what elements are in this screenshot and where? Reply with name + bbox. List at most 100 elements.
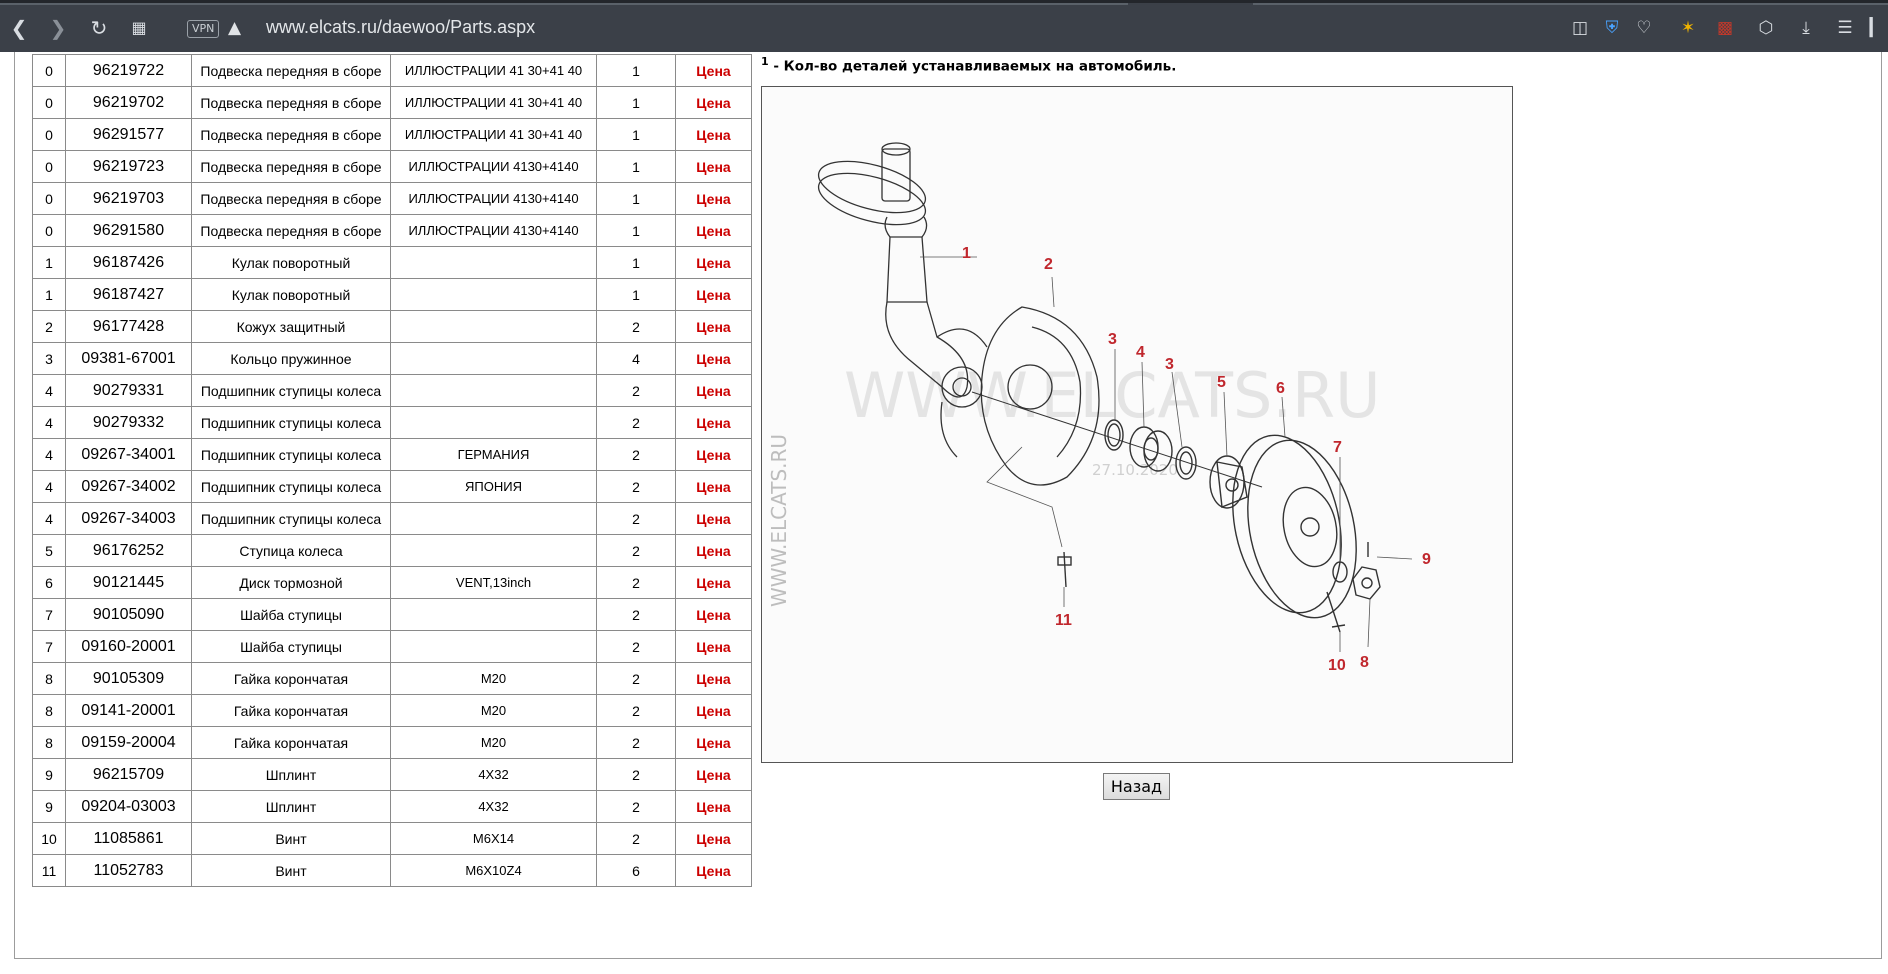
watermark-main: WWW.ELCATS.RU <box>844 359 1381 432</box>
heart-icon[interactable]: ♡ <box>1633 17 1655 39</box>
parts-table-body: 0 96219722 Подвеска передняя в сборе ИЛЛЮСТ… <box>32 54 752 887</box>
price-link[interactable]: Цена <box>675 790 752 823</box>
camera-icon[interactable]: ◫ <box>1569 17 1591 39</box>
part-name-cell: Подшипник ступицы колеса <box>191 374 391 407</box>
price-link[interactable]: Цена <box>675 854 752 887</box>
price-link[interactable]: Цена <box>675 566 752 599</box>
part-note-cell: ИЛЛЮСТРАЦИИ 41 30+41 40 <box>390 118 597 151</box>
part-name-cell: Подшипник ступицы колеса <box>191 438 391 471</box>
part-note-cell <box>390 502 597 535</box>
quantity-cell: 6 <box>596 854 676 887</box>
sidebar-icon[interactable]: ▎ <box>1868 17 1884 39</box>
part-number-cell: 09381-67001 <box>65 342 192 375</box>
callout-10: 10 <box>1328 657 1346 674</box>
part-note-cell: ИЛЛЮСТРАЦИИ 41 30+41 40 <box>390 86 597 119</box>
table-row: 0 96219722 Подвеска передняя в сборе ИЛЛЮСТ… <box>32 54 752 87</box>
part-name-cell: Подвеска передняя в сборе <box>191 150 391 183</box>
price-link[interactable]: Цена <box>675 118 752 151</box>
quantity-cell: 2 <box>596 662 676 695</box>
quantity-cell: 1 <box>596 86 676 119</box>
part-note-cell: 4X32 <box>390 758 597 791</box>
back-arrow-icon[interactable]: ❮ <box>6 15 32 41</box>
forward-arrow-icon[interactable]: ❯ <box>45 15 71 41</box>
position-cell: 10 <box>32 822 66 855</box>
part-name-cell: Гайка корончатая <box>191 662 391 695</box>
price-link[interactable]: Цена <box>675 534 752 567</box>
part-note-cell <box>390 278 597 311</box>
part-number-cell: 90105309 <box>65 662 192 695</box>
quantity-cell: 2 <box>596 374 676 407</box>
footnote-text: - Кол-во деталей устанавливаемых на авто… <box>768 58 1177 75</box>
part-note-cell: M20 <box>390 726 597 759</box>
position-cell: 7 <box>32 630 66 663</box>
price-link[interactable]: Цена <box>675 54 752 87</box>
price-link[interactable]: Цена <box>675 822 752 855</box>
table-row: 2 96177428 Кожух защитный 2 Цена <box>32 310 752 343</box>
pinwheel-extension-icon[interactable]: ✶ <box>1677 17 1699 39</box>
price-link[interactable]: Цена <box>675 502 752 535</box>
callout-9: 9 <box>1422 551 1431 568</box>
part-note-cell: M6X10Z4 <box>390 854 597 887</box>
callout-3a: 3 <box>1108 331 1117 348</box>
part-name-cell: Винт <box>191 822 391 855</box>
price-link[interactable]: Цена <box>675 150 752 183</box>
part-number-cell: 90105090 <box>65 598 192 631</box>
table-row: 0 96291577 Подвеска передняя в сборе ИЛЛЮСТ… <box>32 118 752 151</box>
part-note-cell <box>390 374 597 407</box>
table-row: 5 96176252 Ступица колеса 2 Цена <box>32 534 752 567</box>
part-name-cell: Шайба ступицы <box>191 630 391 663</box>
position-cell: 11 <box>32 854 66 887</box>
part-name-cell: Шайба ступицы <box>191 598 391 631</box>
position-cell: 0 <box>32 214 66 247</box>
quantity-cell: 1 <box>596 246 676 279</box>
price-link[interactable]: Цена <box>675 406 752 439</box>
price-link[interactable]: Цена <box>675 86 752 119</box>
price-link[interactable]: Цена <box>675 278 752 311</box>
price-link[interactable]: Цена <box>675 598 752 631</box>
part-name-cell: Гайка корончатая <box>191 694 391 727</box>
cube-icon[interactable]: ⬡ <box>1755 17 1777 39</box>
footnote-marker: 1 <box>761 55 769 68</box>
part-number-cell: 96215709 <box>65 758 192 791</box>
price-link[interactable]: Цена <box>675 726 752 759</box>
reload-icon[interactable]: ↻ <box>86 15 112 41</box>
position-cell: 6 <box>32 566 66 599</box>
part-note-cell: M6X14 <box>390 822 597 855</box>
browser-toolbar: ❮ ❯ ↻ ▦ VPN ▲ www.elcats.ru/daewoo/Parts… <box>0 0 1888 52</box>
price-link[interactable]: Цена <box>675 630 752 663</box>
quantity-cell: 1 <box>596 118 676 151</box>
insecure-warning-icon[interactable]: ▲ <box>228 18 241 38</box>
part-number-cell: 96187427 <box>65 278 192 311</box>
price-link[interactable]: Цена <box>675 374 752 407</box>
watermark-date: 27.10.2020 <box>1092 461 1178 479</box>
part-name-cell: Кольцо пружинное <box>191 342 391 375</box>
part-name-cell: Кулак поворотный <box>191 246 391 279</box>
part-name-cell: Подвеска передняя в сборе <box>191 182 391 215</box>
price-link[interactable]: Цена <box>675 182 752 215</box>
price-link[interactable]: Цена <box>675 662 752 695</box>
price-link[interactable]: Цена <box>675 214 752 247</box>
position-cell: 5 <box>32 534 66 567</box>
table-row: 4 90279332 Подшипник ступицы колеса 2 Цена <box>32 406 752 439</box>
part-name-cell: Ступица колеса <box>191 534 391 567</box>
position-cell: 0 <box>32 118 66 151</box>
price-link[interactable]: Цена <box>675 758 752 791</box>
address-bar[interactable]: www.elcats.ru/daewoo/Parts.aspx <box>266 17 535 38</box>
back-button[interactable]: Назад <box>1103 773 1170 800</box>
price-link[interactable]: Цена <box>675 246 752 279</box>
shield-check-icon[interactable]: ⛨ <box>1601 17 1623 39</box>
menu-icon[interactable]: ☰ <box>1834 17 1856 39</box>
vpn-badge[interactable]: VPN <box>187 20 220 38</box>
price-link[interactable]: Цена <box>675 694 752 727</box>
table-row: 4 09267-34002 Подшипник ступицы колеса ЯПОН… <box>32 470 752 503</box>
price-link[interactable]: Цена <box>675 438 752 471</box>
tabs-grid-icon[interactable]: ▦ <box>126 15 152 41</box>
part-note-cell: M20 <box>390 694 597 727</box>
position-cell: 0 <box>32 86 66 119</box>
price-link[interactable]: Цена <box>675 470 752 503</box>
callout-2: 2 <box>1044 256 1053 273</box>
price-link[interactable]: Цена <box>675 310 752 343</box>
download-icon[interactable]: ⤓ <box>1795 17 1817 39</box>
price-link[interactable]: Цена <box>675 342 752 375</box>
recording-extension-icon[interactable]: ▩ <box>1714 17 1736 39</box>
